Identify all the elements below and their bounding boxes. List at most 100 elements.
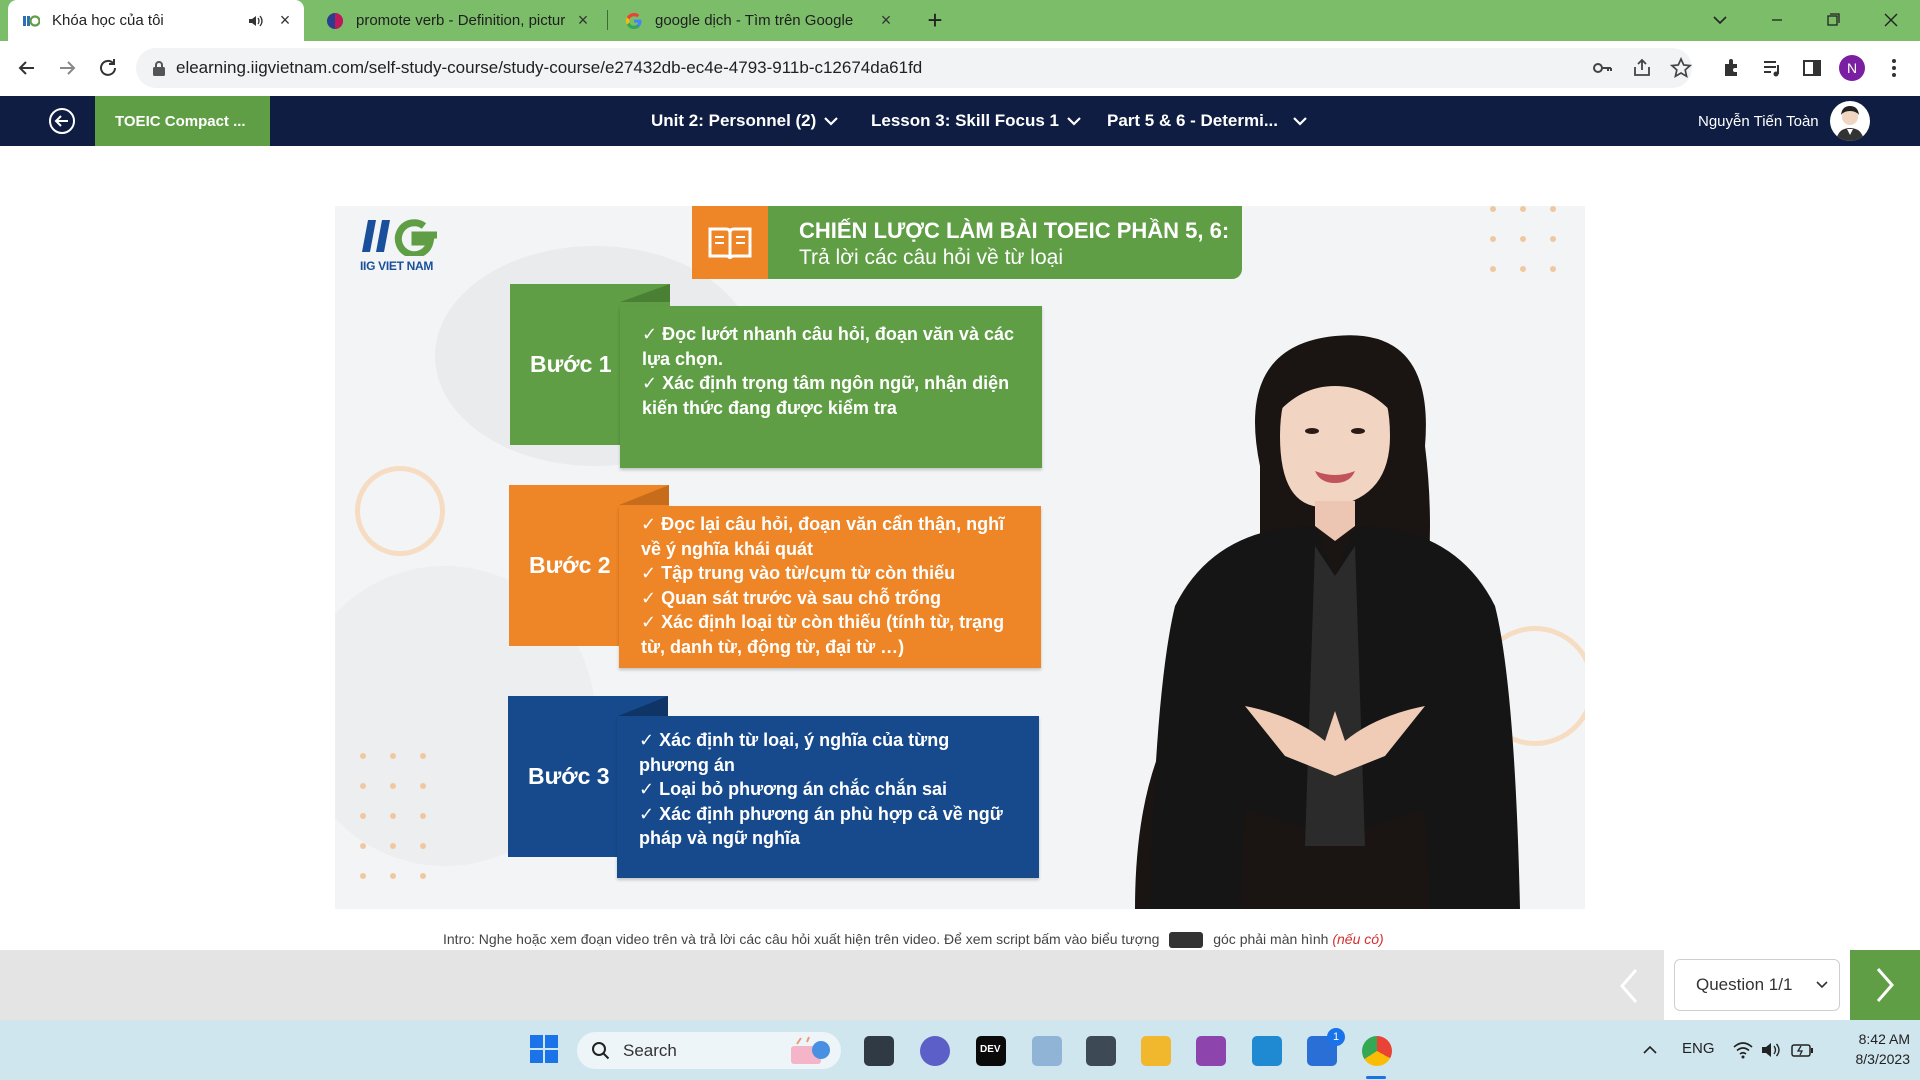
close-tab-icon[interactable]: × [274, 10, 296, 31]
step-line: từ, danh từ, động từ, đại từ …) [641, 636, 905, 657]
part-selector[interactable]: Part 5 & 6 - Determi... [1107, 96, 1308, 146]
tab-search-chevron-icon[interactable] [1708, 8, 1732, 32]
tab-google-dich[interactable]: google dịch - Tìm trên Google × [611, 0, 905, 41]
title-banner: CHIẾN LƯỢC LÀM BÀI TOEIC PHẦN 5, 6: Trả … [692, 206, 1242, 279]
clock-time: 8:42 AM [1858, 1031, 1910, 1047]
step-line: lựa chọn. [642, 348, 724, 369]
exit-icon[interactable] [48, 107, 76, 135]
clock[interactable]: 8:42 AM 8/3/2023 [1820, 1029, 1911, 1069]
book-icon [692, 206, 768, 279]
decor-dot [360, 843, 366, 849]
step-line: ✓ Xác định phương án phù hợp cả về ngữ [639, 803, 1003, 824]
decor-dot [1490, 206, 1496, 212]
windows-icon[interactable] [529, 1034, 559, 1064]
decor-dot [360, 813, 366, 819]
chrome-icon[interactable] [1362, 1036, 1392, 1066]
files-app-icon[interactable] [1032, 1036, 1062, 1066]
step-line: phương án [639, 754, 735, 775]
dev-app-icon[interactable]: DEV [976, 1036, 1006, 1066]
tray-chevron-icon[interactable] [1640, 1042, 1660, 1058]
user-name[interactable]: Nguyễn Tiến Toàn [1698, 96, 1819, 146]
extensions-icon[interactable] [1718, 54, 1746, 82]
lock-icon[interactable] [152, 60, 166, 76]
address-bar[interactable]: elearning.iigvietnam.com/self-study-cour… [136, 48, 1692, 88]
script-icon[interactable] [1169, 932, 1204, 949]
battery-icon[interactable] [1790, 1040, 1814, 1060]
file-explorer-icon[interactable] [1141, 1036, 1171, 1066]
next-question-button[interactable] [1850, 950, 1920, 1020]
decor-dot [360, 873, 366, 879]
decor-dot [420, 753, 426, 759]
close-tab-icon[interactable]: × [572, 10, 594, 31]
active-app-indicator [1366, 1076, 1386, 1079]
back-arrow-icon[interactable] [13, 54, 41, 82]
tab-promote-verb[interactable]: promote verb - Definition, pictur × [312, 0, 602, 41]
course-title[interactable]: TOEIC Compact ... [95, 96, 270, 146]
speaker-icon[interactable] [248, 14, 270, 28]
step-line: ✓ Đọc lại câu hỏi, đoạn văn cẩn thận, ng… [641, 514, 1005, 534]
decor-dot [390, 843, 396, 849]
star-icon[interactable] [1670, 57, 1692, 79]
media-icon[interactable] [1758, 54, 1786, 82]
lesson-selector[interactable]: Lesson 3: Skill Focus 1 [871, 96, 1082, 146]
chat-app-icon[interactable] [920, 1036, 950, 1066]
tab-title: google dịch - Tìm trên Google [655, 12, 854, 29]
decor-dot [1490, 266, 1496, 272]
question-select[interactable]: Question 1/1 [1674, 959, 1840, 1011]
task-view-icon[interactable] [864, 1036, 894, 1066]
user-avatar[interactable] [1830, 101, 1870, 141]
camera-app-icon[interactable] [1086, 1036, 1116, 1066]
decor-fold [620, 284, 670, 302]
restore-button[interactable] [1818, 8, 1848, 32]
chevron-down-icon [1815, 980, 1829, 990]
step-line: ✓ Đọc lướt nhanh câu hỏi, đoạn văn và cá… [642, 324, 1014, 344]
close-tab-icon[interactable]: × [875, 10, 897, 31]
decor-dot [390, 813, 396, 819]
sidebar-icon[interactable] [1798, 54, 1826, 82]
decor-dot [420, 843, 426, 849]
browser-tab-strip: Khóa học của tôi × promote verb - Defini… [0, 0, 1920, 41]
decor-dot [420, 783, 426, 789]
intro-link[interactable]: (nếu có) [1332, 931, 1383, 947]
forward-arrow-icon[interactable] [53, 54, 81, 82]
chevron-left-icon[interactable] [1614, 966, 1644, 1006]
key-icon[interactable] [1591, 57, 1613, 79]
tab-title: promote verb - Definition, pictur [356, 12, 566, 29]
menu-icon[interactable] [1880, 54, 1908, 82]
chevron-down-icon [823, 116, 839, 126]
visual-studio-icon[interactable] [1196, 1036, 1226, 1066]
tab-khoa-hoc[interactable]: Khóa học của tôi × [8, 0, 304, 41]
url-text: elearning.iigvietnam.com/self-study-cour… [176, 58, 923, 77]
todo-app-icon[interactable]: 1 [1307, 1028, 1345, 1066]
intro-text: Intro: Nghe hoặc xem đoạn video trên và … [443, 931, 1160, 947]
lesson-video[interactable]: IIG VIET NAM CHIẾN LƯỢC LÀM BÀI TOEIC PH… [335, 206, 1585, 909]
taskbar-search[interactable]: Search [577, 1032, 841, 1069]
clock-date: 8/3/2023 [1855, 1051, 1911, 1067]
minimize-button[interactable] [1762, 8, 1792, 32]
decor-dot [1520, 266, 1526, 272]
new-tab-button[interactable]: + [920, 6, 950, 36]
decor-dot [1550, 206, 1556, 212]
chevron-down-icon [1066, 116, 1082, 126]
reload-icon[interactable] [94, 54, 122, 82]
decor-dot [1490, 236, 1496, 242]
close-window-button[interactable] [1876, 8, 1906, 32]
dictionary-favicon-icon [326, 12, 344, 30]
step-line: ✓ Xác định loại từ còn thiếu (tính từ, t… [641, 612, 1005, 632]
language-indicator[interactable]: ENG [1682, 1040, 1715, 1057]
profile-avatar[interactable]: N [1838, 54, 1866, 82]
part-label: Part 5 & 6 - Determi... [1107, 111, 1279, 130]
volume-icon[interactable] [1760, 1040, 1782, 1060]
step-line: ✓ Xác định trọng tâm ngôn ngữ, nhận diện [642, 373, 1010, 393]
vscode-icon[interactable] [1252, 1036, 1282, 1066]
unit-selector[interactable]: Unit 2: Personnel (2) [651, 96, 839, 146]
iig-favicon-icon [22, 12, 40, 30]
decor-dot [390, 873, 396, 879]
share-icon[interactable] [1631, 57, 1653, 79]
step-line: về ý nghĩa khái quát [641, 538, 814, 559]
step-3-box: ✓ Xác định từ loại, ý nghĩa của từng phư… [617, 716, 1039, 878]
todo-badge: 1 [1327, 1028, 1345, 1046]
search-highlight-icon [787, 1036, 833, 1066]
wifi-icon[interactable] [1732, 1040, 1754, 1060]
decor-dot [1520, 206, 1526, 212]
